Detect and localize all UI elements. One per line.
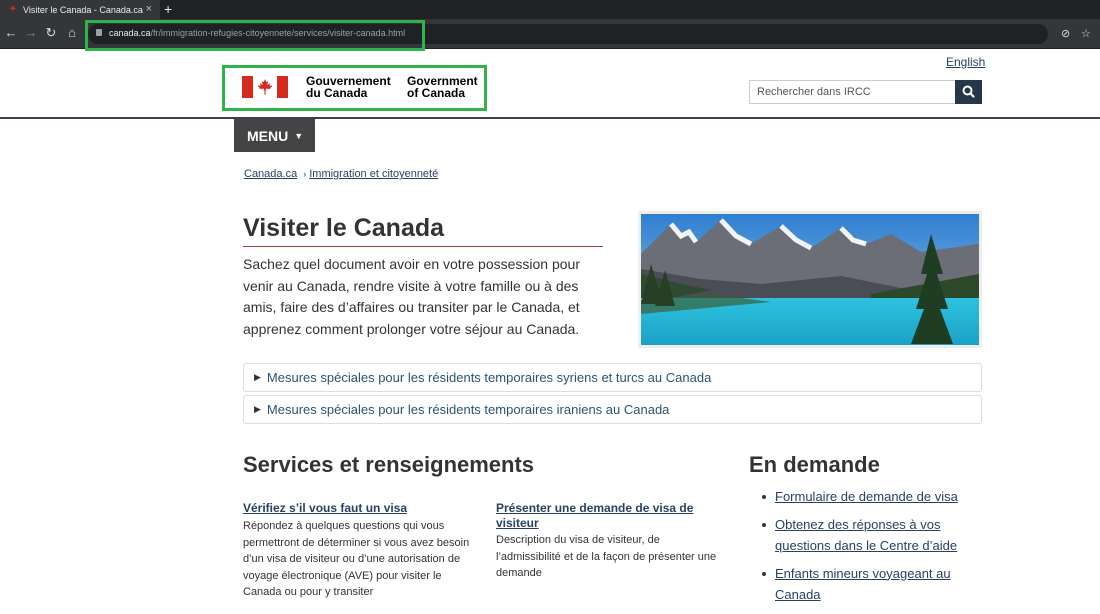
triangle-right-icon: ▶	[254, 372, 261, 382]
browser-tab-bar: ✦ Visiter le Canada - Canada.ca × +	[0, 0, 1100, 19]
browser-tab-active[interactable]: ✦ Visiter le Canada - Canada.ca ×	[0, 0, 160, 19]
check-visa-desc: Répondez à quelques questions qui vous p…	[243, 520, 470, 598]
menu-button[interactable]: MENU ▼	[234, 119, 315, 152]
close-tab-icon[interactable]: ×	[146, 3, 152, 15]
in-demand-list: Formulaire de demande de visa Obtenez de…	[760, 486, 985, 612]
in-demand-item-minors[interactable]: Enfants mineurs voyageant au Canada	[760, 563, 985, 606]
eye-off-icon[interactable]: ⊘	[1061, 27, 1070, 40]
triangle-right-icon: ▶	[254, 404, 261, 414]
apply-visitor-visa-link[interactable]: Présenter une demande de visa de visiteu…	[496, 501, 706, 531]
in-demand-heading: En demande	[749, 452, 880, 477]
in-demand-item-help-centre[interactable]: Obtenez des réponses à vos questions dan…	[760, 514, 985, 557]
details-iranian[interactable]: ▶ Mesures spéciales pour les résidents t…	[243, 395, 982, 424]
bookmark-star-icon[interactable]: ☆	[1081, 27, 1091, 40]
search-input[interactable]: Rechercher dans IRCC	[749, 80, 956, 104]
services-heading: Services et renseignements	[243, 452, 535, 477]
details-syrian-turkish[interactable]: ▶ Mesures spéciales pour les résidents t…	[243, 363, 982, 392]
search-icon	[962, 85, 975, 98]
back-arrow-icon[interactable]: ←	[3, 25, 19, 40]
url-highlight-box	[85, 20, 425, 51]
forward-arrow-icon[interactable]: →	[23, 25, 39, 40]
hero-image-moraine-lake	[638, 211, 982, 348]
check-visa-link[interactable]: Vérifiez s’il vous faut un visa	[243, 501, 463, 516]
in-demand-item-visa-form[interactable]: Formulaire de demande de visa	[760, 486, 985, 508]
title-underline	[243, 246, 603, 247]
canada-flag-icon[interactable]	[242, 76, 288, 98]
tab-title: Visiter le Canada - Canada.ca	[23, 4, 143, 15]
breadcrumb: Canada.ca › Immigration et citoyenneté	[244, 168, 438, 180]
home-icon[interactable]: ⌂	[64, 25, 80, 40]
breadcrumb-immigration-link[interactable]: Immigration et citoyenneté	[309, 168, 438, 180]
new-tab-button[interactable]: +	[164, 1, 172, 17]
signature-fr: Gouvernement du Canada	[306, 74, 391, 100]
breadcrumb-separator-icon: ›	[303, 169, 307, 179]
page-title: Visiter le Canada	[243, 214, 445, 242]
intro-text: Sachez quel document avoir en votre poss…	[243, 256, 580, 337]
language-toggle-link[interactable]: English	[946, 55, 985, 69]
chevron-down-icon: ▼	[294, 130, 304, 141]
breadcrumb-canada-link[interactable]: Canada.ca	[244, 168, 297, 180]
signature-en: Government of Canada	[407, 74, 478, 100]
search-button[interactable]	[955, 80, 982, 104]
maple-leaf-favicon-icon: ✦	[8, 4, 18, 15]
header-rule	[0, 117, 1100, 119]
apply-visitor-visa-desc: Description du visa de visiteur, de l’ad…	[496, 534, 717, 579]
reload-icon[interactable]: ↻	[43, 25, 59, 41]
